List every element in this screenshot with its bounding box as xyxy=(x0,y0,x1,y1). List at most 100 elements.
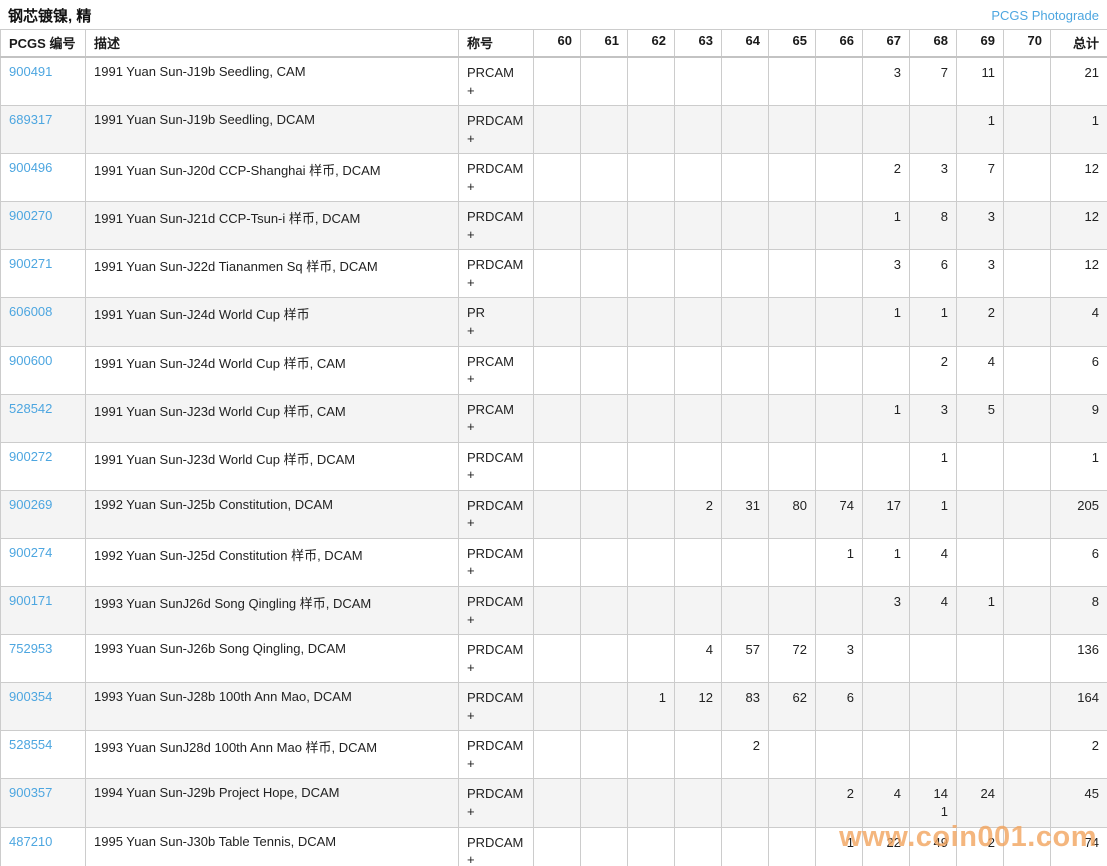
pcgs-number-link[interactable]: 900271 xyxy=(9,256,52,271)
total-count-cell: 1 xyxy=(1051,106,1107,154)
grade-64-count-cell xyxy=(722,154,769,202)
grade-60-count-cell xyxy=(534,346,581,394)
grade-64-count-cell xyxy=(722,442,769,490)
grade-68-count-cell: 3 xyxy=(910,394,957,442)
pcgs-number-cell: 528554 xyxy=(1,731,86,779)
designation-plus-label: + xyxy=(467,515,475,530)
grade-65-count-cell: 62 xyxy=(769,683,816,731)
grade-68-count-cell: 14 1 xyxy=(910,779,957,827)
pcgs-number-link[interactable]: 900274 xyxy=(9,545,52,560)
grade-62-count-cell xyxy=(628,298,675,346)
total-count-cell: 136 xyxy=(1051,635,1107,683)
pcgs-number-link[interactable]: 689317 xyxy=(9,112,52,127)
pcgs-number-link[interactable]: 606008 xyxy=(9,304,52,319)
grade-65-count-cell: 72 xyxy=(769,635,816,683)
grade-68-count-cell: 8 xyxy=(910,202,957,250)
designation-plus-label: + xyxy=(467,131,475,146)
grade-63-count-cell xyxy=(675,731,722,779)
grade-64-count-cell xyxy=(722,250,769,298)
grade-65-count-cell xyxy=(769,394,816,442)
designation-cell: PRCAM + xyxy=(459,57,534,106)
grade-69-count-cell: 7 xyxy=(957,154,1004,202)
table-row: 4872101995 Yuan Sun-J30b Table Tennis, D… xyxy=(1,827,1107,866)
table-row: 752953 1993 Yuan Sun-J26b Song Qingling, … xyxy=(1,635,1107,683)
grade-61-count-cell xyxy=(581,57,628,106)
grade-66-count-cell xyxy=(816,587,863,635)
column-header-total: 总计 xyxy=(1051,30,1107,58)
grade-60-count-cell xyxy=(534,57,581,106)
grade-61-count-cell xyxy=(581,442,628,490)
designation-label: PRDCAM xyxy=(467,450,523,465)
grade-69-count-cell xyxy=(957,731,1004,779)
pcgs-number-cell: 900600 xyxy=(1,346,86,394)
pcgs-number-link[interactable]: 487210 xyxy=(9,834,52,849)
grade-68-count-cell: 2 xyxy=(910,346,957,394)
grade-68-count-cell: 4 xyxy=(910,587,957,635)
grade-69-count-cell: 24 xyxy=(957,779,1004,827)
total-count-cell: 205 xyxy=(1051,490,1107,538)
pcgs-number-link[interactable]: 752953 xyxy=(9,641,52,656)
grade-65-count-cell xyxy=(769,250,816,298)
grade-70-count-cell xyxy=(1004,827,1051,866)
grade-62-count-cell xyxy=(628,538,675,586)
grade-67-count-cell: 1 xyxy=(863,298,910,346)
total-count-cell: 74 xyxy=(1051,827,1107,866)
pcgs-number-link[interactable]: 528554 xyxy=(9,737,52,752)
grade-67-count-cell xyxy=(863,442,910,490)
designation-cell: PRDCAM + xyxy=(459,538,534,586)
pcgs-number-link[interactable]: 900270 xyxy=(9,208,52,223)
designation-cell: PRCAM + xyxy=(459,394,534,442)
pcgs-number-link[interactable]: 900357 xyxy=(9,785,52,800)
designation-plus-label: + xyxy=(467,419,475,434)
grade-64-count-cell xyxy=(722,538,769,586)
grade-66-count-cell xyxy=(816,298,863,346)
grade-65-count-cell xyxy=(769,731,816,779)
designation-plus-label: + xyxy=(467,227,475,242)
pcgs-photograde-link[interactable]: PCGS Photograde xyxy=(991,8,1099,23)
grade-62-count-cell xyxy=(628,394,675,442)
pcgs-number-link[interactable]: 900491 xyxy=(9,64,52,79)
grade-68-count-cell: 1 xyxy=(910,298,957,346)
pcgs-number-link[interactable]: 900354 xyxy=(9,689,52,704)
grade-60-count-cell xyxy=(534,394,581,442)
table-row: 9002741992 Yuan Sun-J25d Constitution 样币… xyxy=(1,538,1107,586)
grade-62-count-cell: 1 xyxy=(628,683,675,731)
grade-66-count-cell xyxy=(816,106,863,154)
designation-plus-label: + xyxy=(467,852,475,866)
grade-64-count-cell xyxy=(722,346,769,394)
pcgs-number-cell: 606008 xyxy=(1,298,86,346)
grade-70-count-cell xyxy=(1004,538,1051,586)
designation-label: PRCAM xyxy=(467,65,514,80)
grade-67-count-cell: 2 xyxy=(863,154,910,202)
grade-61-count-cell xyxy=(581,779,628,827)
designation-label: PRDCAM xyxy=(467,738,523,753)
designation-plus-label: + xyxy=(467,708,475,723)
description-cell: 1993 Yuan Sun-J26b Song Qingling, DCAM xyxy=(86,635,459,683)
pcgs-number-link[interactable]: 900171 xyxy=(9,593,52,608)
grade-63-count-cell xyxy=(675,250,722,298)
description-cell: 1991 Yuan Sun-J22d Tiananmen Sq 样币, DCAM xyxy=(86,250,459,298)
description-cell: 1991 Yuan Sun-J23d World Cup 样币, CAM xyxy=(86,394,459,442)
pcgs-number-link[interactable]: 528542 xyxy=(9,401,52,416)
grade-69-count-cell: 4 xyxy=(957,346,1004,394)
grade-67-count-cell: 4 xyxy=(863,779,910,827)
grade-70-count-cell xyxy=(1004,779,1051,827)
grade-65-count-cell xyxy=(769,106,816,154)
designation-label: PRDCAM xyxy=(467,161,523,176)
pcgs-number-link[interactable]: 900269 xyxy=(9,497,52,512)
designation-cell: PRDCAM + xyxy=(459,779,534,827)
grade-65-count-cell xyxy=(769,538,816,586)
pcgs-number-link[interactable]: 900272 xyxy=(9,449,52,464)
pcgs-number-link[interactable]: 900600 xyxy=(9,353,52,368)
column-header-designation: 称号 xyxy=(459,30,534,58)
designation-plus-label: + xyxy=(467,179,475,194)
description-cell: 1993 Yuan SunJ26d Song Qingling 样币, DCAM xyxy=(86,587,459,635)
pcgs-number-link[interactable]: 900496 xyxy=(9,160,52,175)
grade-70-count-cell xyxy=(1004,57,1051,106)
grade-63-count-cell xyxy=(675,298,722,346)
grade-62-count-cell xyxy=(628,635,675,683)
grade-70-count-cell xyxy=(1004,683,1051,731)
designation-cell: PRDCAM + xyxy=(459,154,534,202)
pcgs-number-cell: 752953 xyxy=(1,635,86,683)
grade-66-count-cell xyxy=(816,154,863,202)
